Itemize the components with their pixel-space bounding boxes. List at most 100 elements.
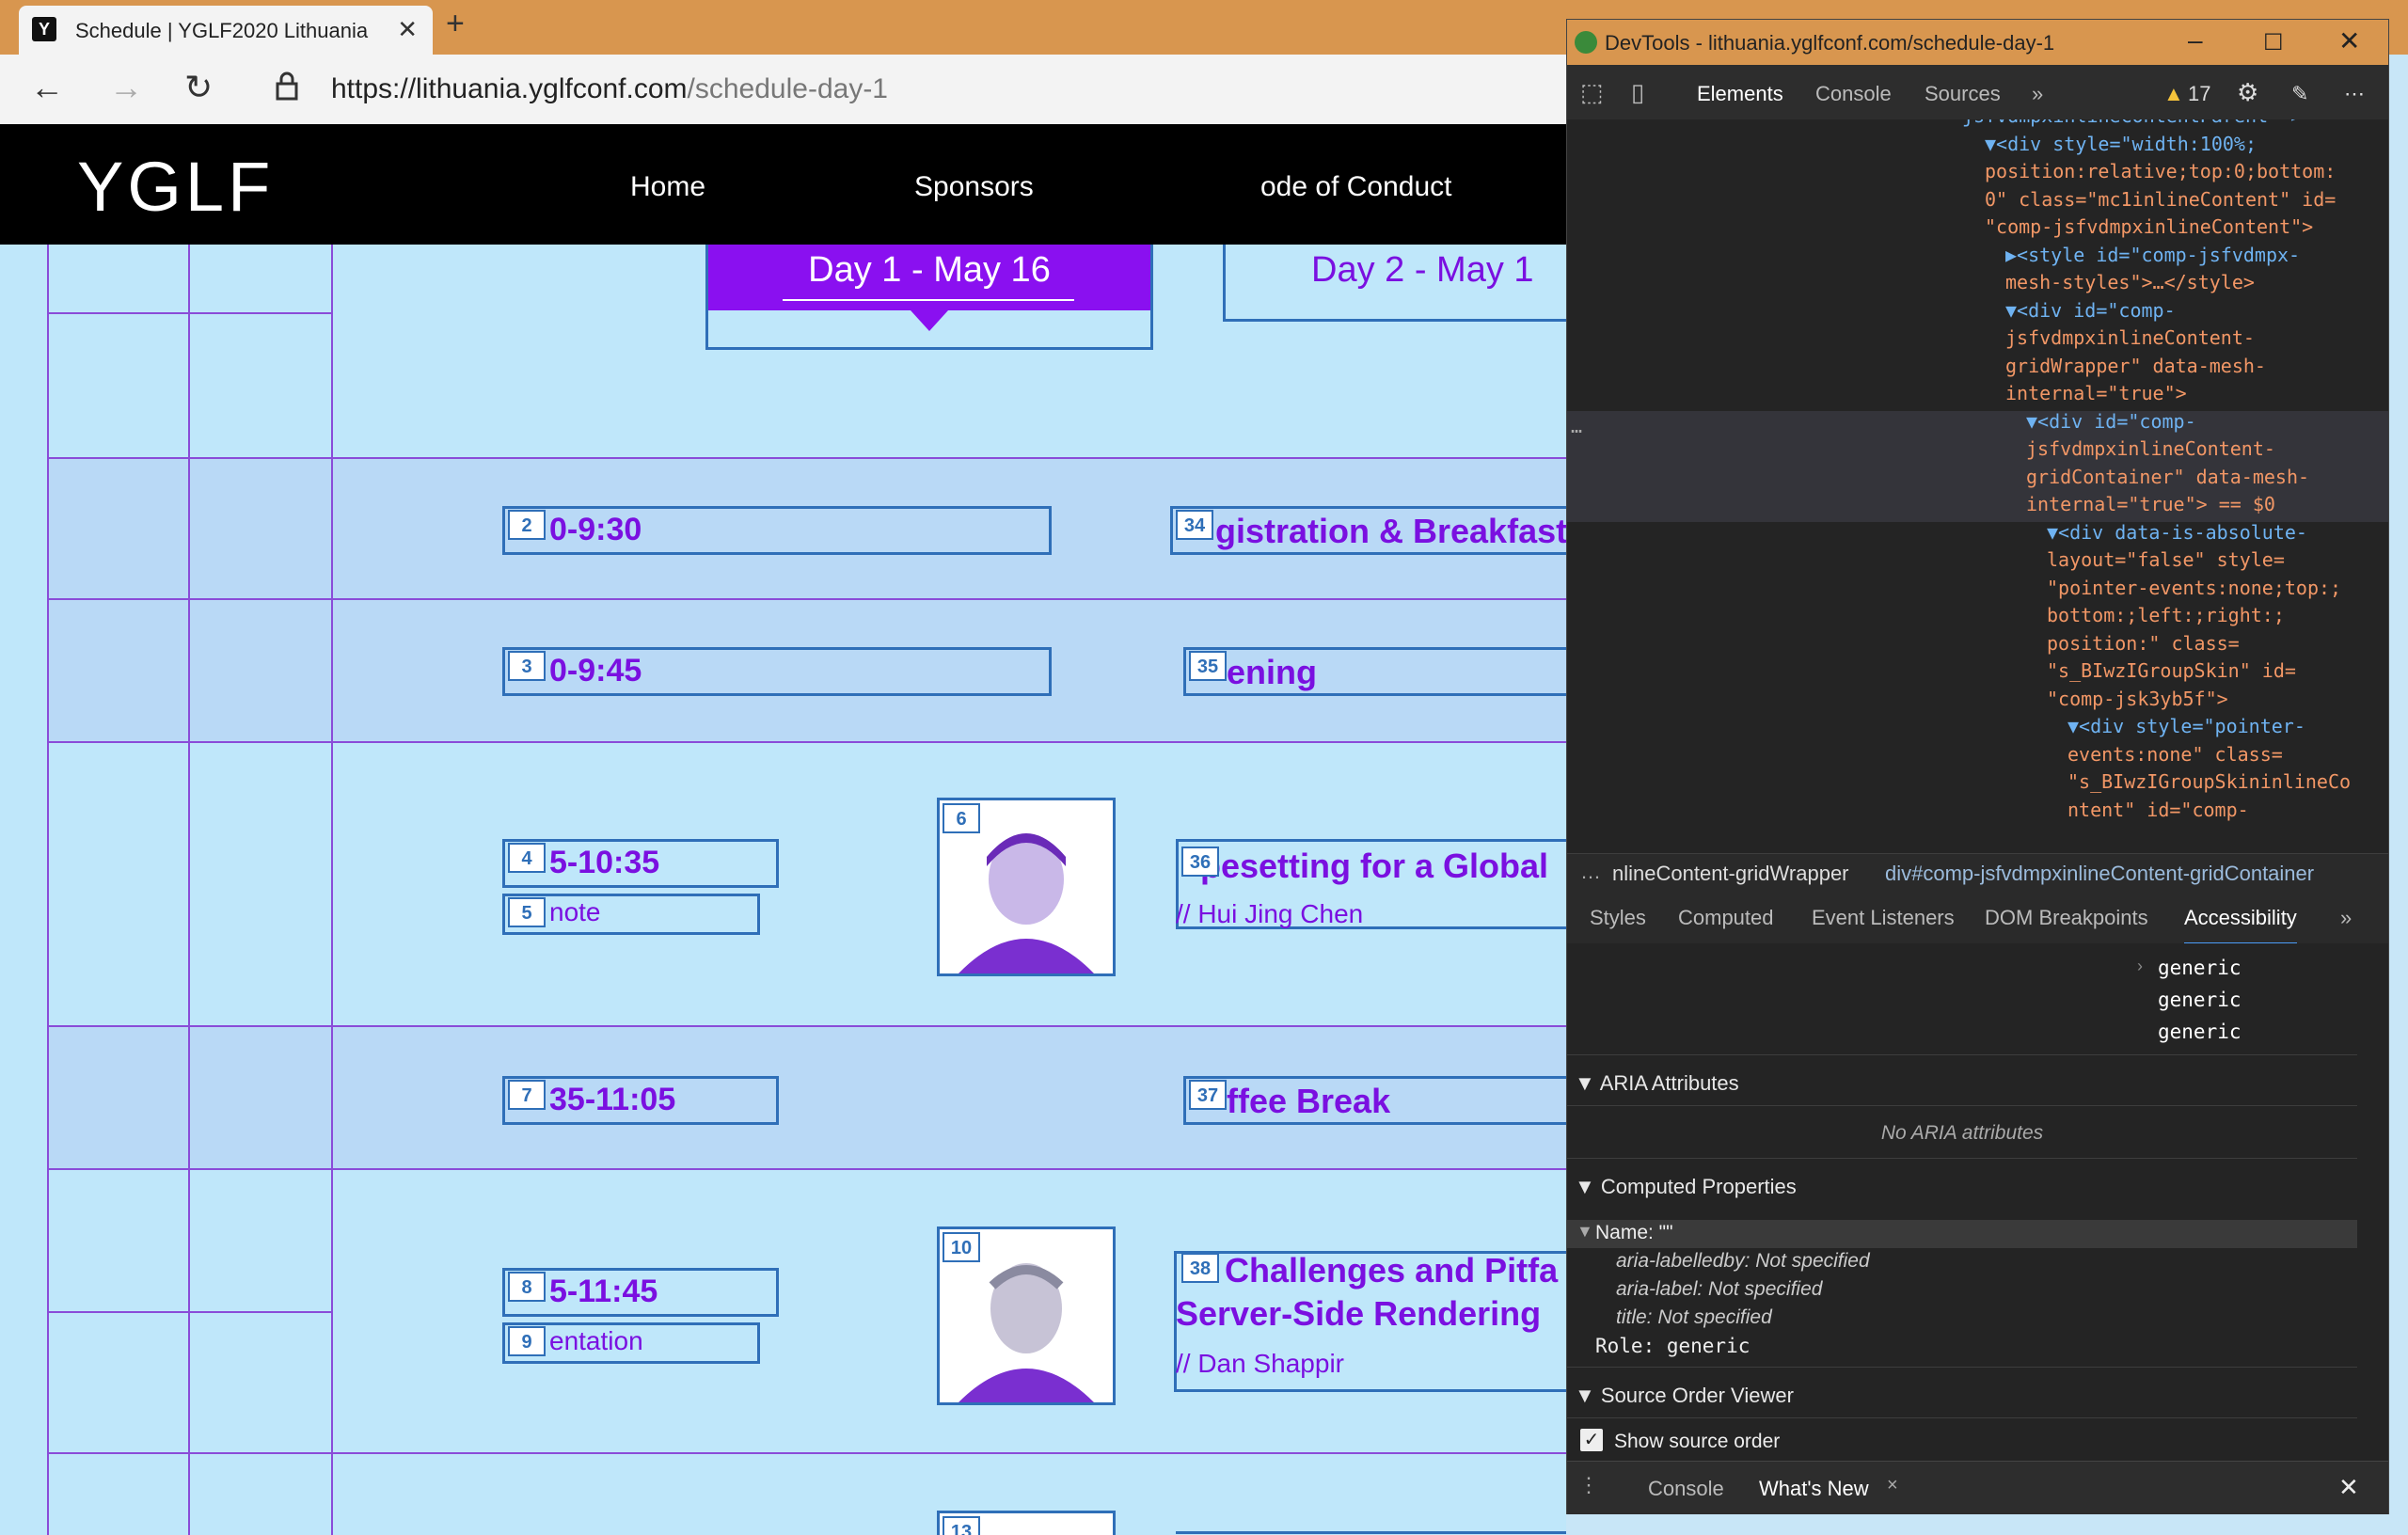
session-type: entation	[549, 1326, 643, 1355]
tab-event-listeners[interactable]: Event Listeners	[1812, 906, 1955, 930]
site-logo[interactable]: YGLF	[77, 147, 274, 227]
drawer-tab-whats-new[interactable]: What's New	[1759, 1477, 1869, 1501]
a11y-tree-node[interactable]: generic	[2158, 1021, 2242, 1043]
dom-line[interactable]: ▼<div id="comp-	[2026, 408, 2196, 436]
tab-elements[interactable]: Elements	[1697, 82, 1783, 123]
schedule-page: Day 1 - May 16 Day 2 - May 1 0-9:30 gist…	[0, 245, 1566, 1535]
tab-sources[interactable]: Sources	[1925, 82, 2001, 106]
minimize-icon[interactable]: –	[2188, 25, 2203, 55]
url-input[interactable]: https://lithuania.yglfconf.com/schedule-…	[331, 73, 888, 105]
collapse-icon[interactable]: ▼	[1576, 1222, 1593, 1242]
session-title[interactable]: ening	[1227, 653, 1317, 692]
aria-section-header[interactable]: ▼ ARIA Attributes	[1567, 1071, 2357, 1096]
forward-icon[interactable]: →	[109, 68, 143, 107]
expand-icon[interactable]: ›	[2137, 957, 2143, 976]
back-icon[interactable]: ←	[30, 68, 64, 107]
session-title[interactable]: e Challenges and Pitfa	[1196, 1251, 1558, 1290]
dom-line: "comp-jsfvdmpxinlineContent">	[1985, 215, 2314, 238]
session-title[interactable]: gistration & Breakfast	[1215, 512, 1566, 551]
breadcrumb-overflow-icon[interactable]: …	[1580, 860, 1601, 884]
computed-section-header[interactable]: ▼ Computed Properties	[1567, 1175, 2357, 1199]
maximize-icon[interactable]: ☐	[2263, 29, 2284, 56]
computed-section-label: Computed Properties	[1600, 1175, 1797, 1198]
drawer-menu-icon[interactable]: ⋮	[1578, 1473, 1599, 1497]
dom-line: mesh-styles">…</style>	[2005, 271, 2255, 293]
node-menu-icon[interactable]: …	[1571, 413, 1582, 441]
source-order-badge: 2	[508, 510, 546, 540]
close-drawer-tab-icon[interactable]: ×	[1887, 1475, 1898, 1496]
sidebar-tabs: Styles Computed Event Listeners DOM Brea…	[1567, 891, 2388, 945]
feedback-icon[interactable]: ✎	[2291, 82, 2308, 106]
url-path: /schedule-day-1	[687, 73, 888, 104]
dom-line: 0" class="mc1inlineContent" id=	[1985, 188, 2337, 211]
warning-icon[interactable]: ▲	[2163, 82, 2184, 106]
tab-title: Schedule | YGLF2020 Lithuania	[75, 19, 369, 42]
dom-line[interactable]: ▼<div style="pointer-	[2067, 713, 2305, 741]
device-toolbar-icon[interactable]: ▯	[1631, 78, 1644, 107]
more-tabs-icon[interactable]: »	[2340, 906, 2352, 930]
dom-line[interactable]: ▼<div id="comp-	[2005, 297, 2176, 325]
dom-line: bottom:;left:;right:;	[2047, 604, 2285, 626]
dom-line: jsfvdmpxinlineContentParent" >	[1962, 119, 2302, 131]
time-slot: 0-9:30	[549, 512, 642, 547]
tab-computed[interactable]: Computed	[1678, 906, 1774, 930]
dom-line: "pointer-events:none;top:;	[2047, 577, 2342, 599]
dom-line: jsfvdmpxinlineContent-	[2005, 326, 2255, 349]
dom-line[interactable]: ▼<div style="width:100%;	[1985, 131, 2257, 159]
show-source-order-checkbox[interactable]: ✓	[1580, 1429, 1603, 1451]
browser-tab[interactable]: Y Schedule | YGLF2020 Lithuania ✕	[19, 6, 433, 55]
grid-line	[47, 457, 1566, 459]
tab-console[interactable]: Console	[1815, 82, 1892, 106]
settings-gear-icon[interactable]: ⚙	[2237, 78, 2258, 107]
time-slot: 5-10:35	[549, 845, 660, 880]
source-order-badge: 6	[943, 803, 980, 833]
overlay-box	[1223, 245, 1566, 322]
speaker-name[interactable]: // Dan Shappir	[1176, 1349, 1344, 1379]
nav-home[interactable]: Home	[630, 171, 705, 203]
devtools-titlebar: DevTools - lithuania.yglfconf.com/schedu…	[1567, 20, 2388, 65]
dom-line[interactable]: ▶<style id="comp-jsfvdmpx-	[2005, 242, 2300, 270]
dom-line: jsfvdmpxinlineContent-	[2026, 437, 2275, 460]
warning-count[interactable]: 17	[2188, 82, 2210, 106]
new-tab-icon[interactable]: +	[446, 6, 465, 42]
session-title[interactable]: pesetting for a Global	[1200, 847, 1548, 886]
accessibility-pane: › generic generic generic ▼ ARIA Attribu…	[1567, 943, 2388, 1470]
drawer-tab-console[interactable]: Console	[1648, 1477, 1724, 1501]
a11y-tree-node[interactable]: generic	[2158, 989, 2242, 1011]
close-drawer-icon[interactable]: ✕	[2338, 1473, 2359, 1502]
dom-line[interactable]: ▼<div data-is-absolute-	[2047, 519, 2307, 547]
more-tabs-icon[interactable]: »	[2032, 82, 2043, 106]
reload-icon[interactable]: ↻	[184, 68, 213, 107]
a11y-tree-node[interactable]: generic	[2158, 957, 2242, 979]
overlay-box	[1176, 1531, 1566, 1534]
dom-line: position:relative;top:0;bottom:	[1985, 160, 2337, 182]
overlay-box	[705, 245, 1153, 350]
devtools-toolbar: ⬚ ▯ Elements Console Sources » ▲ 17 ⚙ ✎ …	[1567, 65, 2388, 123]
close-tab-icon[interactable]: ✕	[397, 15, 418, 44]
speaker-name[interactable]: // Hui Jing Chen	[1176, 899, 1363, 929]
grid-line	[331, 245, 333, 1535]
source-order-section-header[interactable]: ▼ Source Order Viewer	[1567, 1384, 2357, 1408]
tab-dom-breakpoints[interactable]: DOM Breakpoints	[1985, 906, 2148, 930]
breadcrumb-item[interactable]: nlineContent-gridWrapper	[1612, 862, 1849, 886]
dom-tree[interactable]: … jsfvdmpxinlineContentParent" > ▼<div s…	[1567, 119, 2388, 853]
nav-sponsors[interactable]: Sponsors	[914, 171, 1034, 203]
more-options-icon[interactable]: ⋯	[2344, 82, 2365, 106]
lock-icon[interactable]	[275, 71, 299, 106]
grid-line	[47, 1452, 1566, 1454]
session-title[interactable]: Server-Side Rendering	[1176, 1294, 1541, 1334]
divider	[1567, 1158, 2357, 1159]
close-window-icon[interactable]: ✕	[2338, 25, 2360, 56]
grid-line	[47, 245, 49, 1535]
session-title[interactable]: ffee Break	[1227, 1082, 1390, 1121]
inspect-element-icon[interactable]: ⬚	[1580, 78, 1604, 107]
tab-styles[interactable]: Styles	[1590, 906, 1646, 930]
breadcrumb-item[interactable]: div#comp-jsfvdmpxinlineContent-gridConta…	[1885, 862, 2314, 886]
source-order-badge: 36	[1181, 847, 1219, 877]
role-property: Role: generic	[1595, 1335, 1751, 1357]
tab-accessibility[interactable]: Accessibility	[2184, 906, 2297, 945]
source-order-badge: 13	[943, 1516, 980, 1535]
devtools-window-title: DevTools - lithuania.yglfconf.com/schedu…	[1605, 31, 2055, 55]
nav-code-of-conduct[interactable]: ode of Conduct	[1260, 171, 1451, 203]
dom-line: position:" class=	[2047, 632, 2240, 655]
